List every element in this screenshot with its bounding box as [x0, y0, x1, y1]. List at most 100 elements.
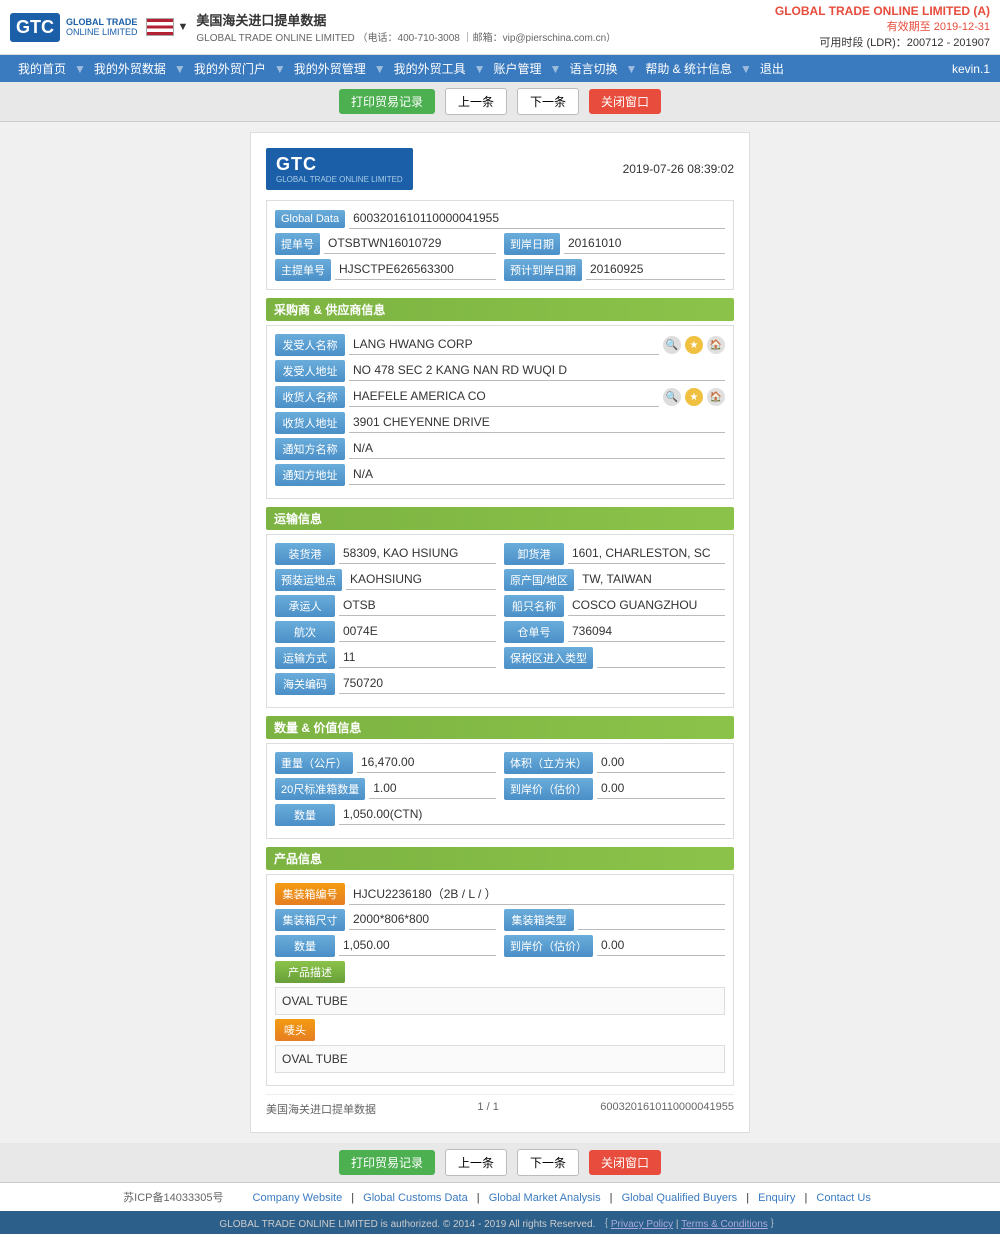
bill-row: 提单号 OTSBTWN16010729 到岸日期 20161010	[275, 233, 725, 255]
volume-value: 0.00	[597, 753, 725, 773]
estimated-arrival-label: 预计到岸日期	[504, 259, 582, 281]
manifest-value: 736094	[568, 622, 725, 642]
shipper-icons: 🔍 ★ 🏠	[663, 336, 725, 354]
notify-addr-value: N/A	[349, 465, 725, 485]
dest-port-field: 卸货港 1601, CHARLESTON, SC	[504, 543, 725, 565]
shipper-star-icon[interactable]: ★	[685, 336, 703, 354]
product-desc-label: 产品描述	[275, 961, 345, 983]
container-type-label: 集装箱类型	[504, 909, 574, 931]
customs-label: 海关编码	[275, 673, 335, 695]
load-port-field: 装货港 58309, KAO HSIUNG	[275, 543, 496, 565]
consignee-star-icon[interactable]: ★	[685, 388, 703, 406]
nav-foreign-tools[interactable]: 我的外贸工具	[386, 57, 474, 80]
container-no-row: 集装箱编号 HJCU2236180（2B / L / ）	[275, 883, 725, 905]
container-no-label: 集装箱编号	[275, 883, 345, 905]
header-right: GLOBAL TRADE ONLINE LIMITED (A) 有效期至 201…	[775, 4, 990, 50]
voyage-row: 航次 0074E 仓单号 736094	[275, 621, 725, 643]
dock-price-label: 到岸价（估价）	[504, 778, 593, 800]
shipping-title: 运输信息	[266, 507, 734, 530]
nav-foreign-mgmt[interactable]: 我的外贸管理	[286, 57, 374, 80]
consignee-name-label: 收货人名称	[275, 386, 345, 408]
next-button-bottom[interactable]: 下一条	[517, 1149, 579, 1176]
nav-trade-data[interactable]: 我的外贸数据	[86, 57, 174, 80]
doc-datetime: 2019-07-26 08:39:02	[623, 162, 734, 176]
terms-link[interactable]: Terms & Conditions	[681, 1219, 768, 1230]
footer-enquiry[interactable]: Enquiry	[758, 1192, 795, 1204]
weight-field: 重量（公斤） 16,470.00	[275, 752, 496, 774]
shipper-name-row: 发受人名称 LANG HWANG CORP 🔍 ★ 🏠	[275, 334, 725, 356]
bill-no-value: OTSBTWN16010729	[324, 234, 496, 254]
consignee-home-icon[interactable]: 🏠	[707, 388, 725, 406]
vessel-value: COSCO GUANGZHOU	[568, 596, 725, 616]
shipper-search-icon[interactable]: 🔍	[663, 336, 681, 354]
footer-company-website[interactable]: Company Website	[253, 1192, 343, 1204]
close-button-bottom[interactable]: 关闭窗口	[589, 1150, 661, 1175]
bill-no-field: 提单号 OTSBTWN16010729	[275, 233, 496, 255]
load-port-value: 58309, KAO HSIUNG	[339, 544, 496, 564]
master-bill-row: 主提单号 HJSCTPE626563300 预计到岸日期 20160925	[275, 259, 725, 281]
doc-footer-right: 6003201610110000041955	[600, 1101, 734, 1117]
nav-logout[interactable]: 退出	[752, 57, 792, 80]
carrier-row: 承运人 OTSB 船只名称 COSCO GUANGZHOU	[275, 595, 725, 617]
privacy-link[interactable]: Privacy Policy	[611, 1219, 673, 1230]
print-button[interactable]: 打印贸易记录	[339, 89, 435, 114]
prod-qty-value: 1,050.00	[339, 936, 496, 956]
close-button[interactable]: 关闭窗口	[589, 89, 661, 114]
logo-area: GTC GLOBAL TRADE ONLINE LIMITED ▼ 美国海关进口…	[10, 10, 616, 44]
carrier-label: 承运人	[275, 595, 335, 617]
shipper-name-value: LANG HWANG CORP	[349, 335, 659, 355]
global-data-value: 6003201610110000041955	[349, 209, 725, 229]
footer-customs-data[interactable]: Global Customs Data	[363, 1192, 468, 1204]
pre-load-label: 预装运地点	[275, 569, 342, 591]
flag-label: ▼	[178, 21, 189, 33]
footer-qualified-buyers[interactable]: Global Qualified Buyers	[622, 1192, 738, 1204]
product-desc-header-row: 产品描述	[275, 961, 725, 983]
icp-text: 苏ICP备14033305号	[123, 1192, 223, 1204]
nav-language[interactable]: 语言切换	[561, 57, 625, 80]
shipper-home-icon[interactable]: 🏠	[707, 336, 725, 354]
vessel-field: 船只名称 COSCO GUANGZHOU	[504, 595, 725, 617]
brand-row: 唛头	[275, 1019, 725, 1041]
footer-contact[interactable]: Contact Us	[816, 1192, 870, 1204]
pre-load-value: KAOHSIUNG	[346, 570, 496, 590]
prod-dock-price-field: 到岸价（估价） 0.00	[504, 935, 725, 957]
dock-price-field: 到岸价（估价） 0.00	[504, 778, 725, 800]
nav-home[interactable]: 我的首页	[10, 57, 74, 80]
transport-label: 运输方式	[275, 647, 335, 669]
prod-dock-price-value: 0.00	[597, 936, 725, 956]
prev-button[interactable]: 上一条	[445, 88, 507, 115]
document-container: GTC GLOBAL TRADE ONLINE LIMITED 2019-07-…	[250, 132, 750, 1133]
product-desc-value: OVAL TUBE	[282, 994, 348, 1008]
container-size-label: 集装箱尺寸	[275, 909, 345, 931]
doc-logo-sub: GLOBAL TRADE ONLINE LIMITED	[276, 175, 403, 184]
port-row: 装货港 58309, KAO HSIUNG 卸货港 1601, CHARLEST…	[275, 543, 725, 565]
container-size-row: 集装箱尺寸 2000*806*800 集装箱类型	[275, 909, 725, 931]
doc-logo-area: GTC GLOBAL TRADE ONLINE LIMITED	[266, 148, 413, 190]
volume-field: 体积（立方米） 0.00	[504, 752, 725, 774]
nav-account[interactable]: 账户管理	[486, 57, 550, 80]
origin-field: 原产国/地区 TW, TAIWAN	[504, 569, 725, 591]
brand-value-box: OVAL TUBE	[275, 1045, 725, 1073]
top-navigation: 我的首页 ▼ 我的外贸数据 ▼ 我的外贸门户 ▼ 我的外贸管理 ▼ 我的外贸工具…	[0, 55, 1000, 82]
vessel-label: 船只名称	[504, 595, 564, 617]
top-header: GTC GLOBAL TRADE ONLINE LIMITED ▼ 美国海关进口…	[0, 0, 1000, 55]
origin-label: 原产国/地区	[504, 569, 574, 591]
prod-qty-price-row: 数量 1,050.00 到岸价（估价） 0.00	[275, 935, 725, 957]
notify-name-value: N/A	[349, 439, 725, 459]
voyage-label: 航次	[275, 621, 335, 643]
estimated-arrival-value: 20160925	[586, 260, 725, 280]
consignee-search-icon[interactable]: 🔍	[663, 388, 681, 406]
master-bill-label: 主提单号	[275, 259, 331, 281]
prod-qty-label: 数量	[275, 935, 335, 957]
brand-label: 唛头	[275, 1019, 315, 1041]
next-button[interactable]: 下一条	[517, 88, 579, 115]
container-type-value	[578, 910, 725, 930]
nav-help[interactable]: 帮助 & 统计信息	[637, 57, 740, 80]
footer-market-analysis[interactable]: Global Market Analysis	[489, 1192, 601, 1204]
carrier-value: OTSB	[339, 596, 496, 616]
doc-footer: 美国海关进口提单数据 1 / 1 6003201610110000041955	[266, 1094, 734, 1117]
nav-foreign-portal[interactable]: 我的外贸门户	[186, 57, 274, 80]
bill-no-label: 提单号	[275, 233, 320, 255]
print-button-bottom[interactable]: 打印贸易记录	[339, 1150, 435, 1175]
prev-button-bottom[interactable]: 上一条	[445, 1149, 507, 1176]
